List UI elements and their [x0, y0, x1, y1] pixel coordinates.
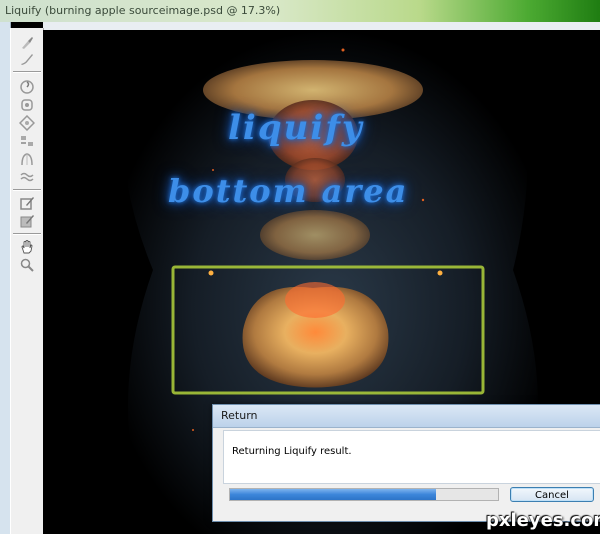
- zoom-icon: [20, 258, 34, 272]
- reconstruct-brush-icon: [21, 54, 33, 65]
- freeze-mask-tool[interactable]: [17, 194, 37, 212]
- window-titlebar[interactable]: Liquify (burning apple sourceimage.psd @…: [0, 0, 600, 22]
- push-left-tool[interactable]: [17, 132, 37, 150]
- tool-separator: [13, 71, 41, 73]
- cancel-button[interactable]: Cancel: [510, 487, 594, 502]
- thaw-mask-tool[interactable]: [17, 212, 37, 230]
- progress-bar: [229, 488, 499, 501]
- thaw-mask-icon: [20, 215, 34, 228]
- push-left-icon: [21, 136, 33, 146]
- turbulence-tool[interactable]: [17, 168, 37, 186]
- dialog-title: Return: [221, 409, 258, 422]
- tool-separator: [13, 189, 41, 191]
- bloat-icon: [19, 115, 35, 131]
- return-dialog: Return Returning Liquify result.: [212, 404, 600, 522]
- dialog-message-area: Returning Liquify result.: [223, 430, 600, 484]
- pucker-tool[interactable]: [17, 96, 37, 114]
- window-title: Liquify (burning apple sourceimage.psd @…: [5, 4, 281, 17]
- mirror-icon: [21, 153, 33, 166]
- warp-brush-icon: [22, 37, 33, 49]
- tool-separator: [13, 233, 41, 235]
- zoom-tool[interactable]: [17, 256, 37, 274]
- mirror-tool[interactable]: [17, 150, 37, 168]
- turbulence-icon: [20, 172, 34, 182]
- canvas-border: [43, 22, 600, 30]
- watermark: pxleyes.com: [486, 510, 600, 531]
- twirl-clockwise-tool[interactable]: [17, 78, 37, 96]
- tool-palette: [10, 28, 44, 534]
- hand-tool[interactable]: [17, 238, 37, 256]
- pucker-icon: [21, 99, 33, 111]
- progress-fill: [230, 489, 437, 500]
- art-title-line-2: bottom area: [168, 172, 409, 210]
- freeze-mask-icon: [20, 197, 34, 210]
- dialog-titlebar[interactable]: Return: [213, 405, 600, 428]
- dialog-message: Returning Liquify result.: [232, 446, 352, 457]
- hand-icon: [21, 240, 33, 254]
- reconstruct-tool[interactable]: [17, 50, 37, 68]
- art-title-line-1: liquify: [228, 108, 364, 148]
- bloat-tool[interactable]: [17, 114, 37, 132]
- twirl-icon: [20, 80, 34, 94]
